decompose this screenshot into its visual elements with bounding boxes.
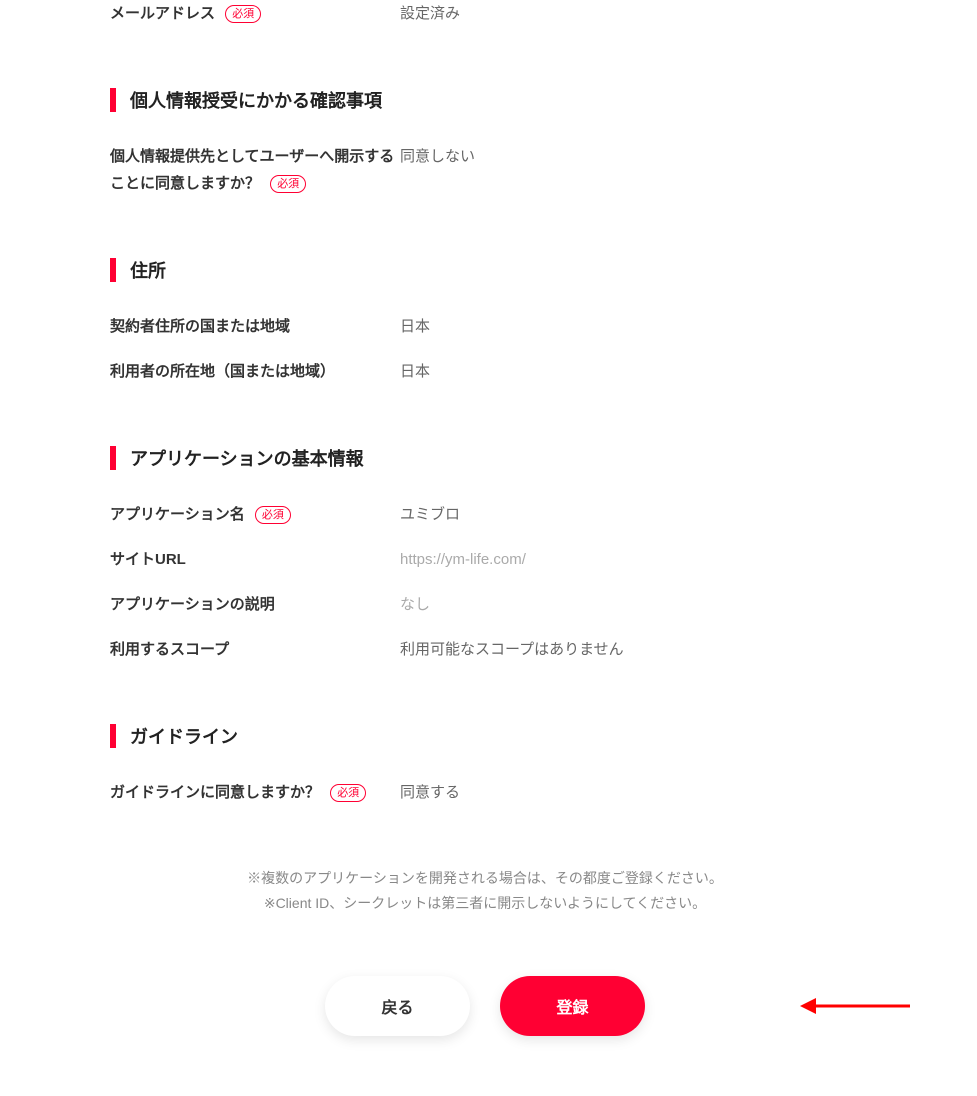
section-bar-icon bbox=[110, 258, 116, 282]
site-url-row: サイトURL https://ym-life.com/ bbox=[110, 546, 860, 573]
user-country-value: 日本 bbox=[400, 358, 430, 385]
section-bar-icon bbox=[110, 88, 116, 112]
section-personal-info: 個人情報授受にかかる確認事項 bbox=[110, 87, 860, 113]
email-label-text: メールアドレス bbox=[110, 5, 215, 22]
scope-label: 利用するスコープ bbox=[110, 636, 400, 663]
contract-country-value: 日本 bbox=[400, 313, 430, 340]
button-row: 戻る 登録 bbox=[110, 976, 860, 1036]
section-title: 個人情報授受にかかる確認事項 bbox=[130, 87, 382, 113]
required-badge: 必須 bbox=[255, 506, 291, 524]
app-name-row: アプリケーション名 必須 ユミブロ bbox=[110, 501, 860, 528]
note-line-1: ※複数のアプリケーションを開発される場合は、その都度ご登録ください。 bbox=[110, 866, 860, 891]
guideline-agree-value: 同意する bbox=[400, 779, 460, 806]
register-button[interactable]: 登録 bbox=[500, 976, 645, 1036]
section-bar-icon bbox=[110, 446, 116, 470]
section-address: 住所 bbox=[110, 257, 860, 283]
disclosure-label-text: 個人情報提供先としてユーザーへ開示することに同意しますか？ bbox=[110, 148, 394, 192]
disclosure-label: 個人情報提供先としてユーザーへ開示することに同意しますか？ 必須 bbox=[110, 143, 400, 197]
email-value: 設定済み bbox=[400, 0, 460, 27]
section-app-basic: アプリケーションの基本情報 bbox=[110, 445, 860, 471]
required-badge: 必須 bbox=[270, 175, 306, 193]
disclosure-value: 同意しない bbox=[400, 143, 475, 170]
guideline-agree-row: ガイドラインに同意しますか？ 必須 同意する bbox=[110, 779, 860, 806]
note-line-2: ※Client ID、シークレットは第三者に開示しないようにしてください。 bbox=[110, 891, 860, 916]
section-title: 住所 bbox=[130, 257, 166, 283]
section-bar-icon bbox=[110, 724, 116, 748]
site-url-label: サイトURL bbox=[110, 546, 400, 573]
scope-row: 利用するスコープ 利用可能なスコープはありません bbox=[110, 636, 860, 663]
contract-country-row: 契約者住所の国または地域 日本 bbox=[110, 313, 860, 340]
section-title: ガイドライン bbox=[130, 723, 238, 749]
section-guideline: ガイドライン bbox=[110, 723, 860, 749]
arrow-left-icon bbox=[800, 994, 910, 1018]
email-label: メールアドレス 必須 bbox=[110, 0, 400, 27]
guideline-agree-label-text: ガイドラインに同意しますか？ bbox=[110, 784, 320, 801]
app-name-label-text: アプリケーション名 bbox=[110, 506, 245, 523]
required-badge: 必須 bbox=[225, 5, 261, 23]
app-desc-label: アプリケーションの説明 bbox=[110, 591, 400, 618]
required-badge: 必須 bbox=[330, 784, 366, 802]
user-country-row: 利用者の所在地（国または地域） 日本 bbox=[110, 358, 860, 385]
app-desc-row: アプリケーションの説明 なし bbox=[110, 591, 860, 618]
email-row: メールアドレス 必須 設定済み bbox=[110, 0, 860, 27]
site-url-value: https://ym-life.com/ bbox=[400, 546, 526, 573]
disclosure-row: 個人情報提供先としてユーザーへ開示することに同意しますか？ 必須 同意しない bbox=[110, 143, 860, 197]
notes: ※複数のアプリケーションを開発される場合は、その都度ご登録ください。 ※Clie… bbox=[110, 866, 860, 916]
app-desc-value: なし bbox=[400, 591, 430, 618]
scope-value: 利用可能なスコープはありません bbox=[400, 636, 624, 663]
guideline-agree-label: ガイドラインに同意しますか？ 必須 bbox=[110, 779, 400, 806]
back-button[interactable]: 戻る bbox=[325, 976, 470, 1036]
app-name-value: ユミブロ bbox=[400, 501, 460, 528]
app-name-label: アプリケーション名 必須 bbox=[110, 501, 400, 528]
user-country-label: 利用者の所在地（国または地域） bbox=[110, 358, 400, 385]
contract-country-label: 契約者住所の国または地域 bbox=[110, 313, 400, 340]
section-title: アプリケーションの基本情報 bbox=[130, 445, 364, 471]
